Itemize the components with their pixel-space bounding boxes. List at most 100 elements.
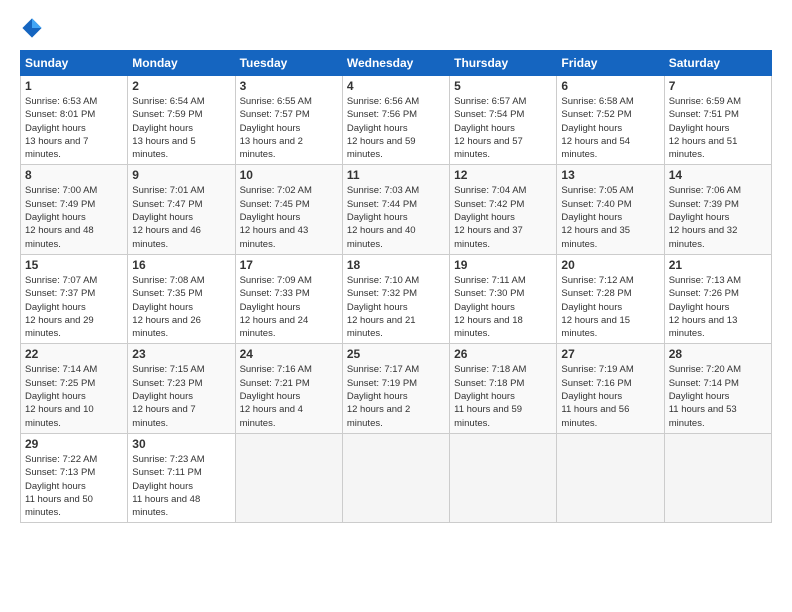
table-row: 11 Sunrise: 7:03 AMSunset: 7:44 PMDayligh…: [342, 165, 449, 254]
table-row: 2 Sunrise: 6:54 AMSunset: 7:59 PMDaylight…: [128, 76, 235, 165]
day-info: Sunrise: 6:57 AMSunset: 7:54 PMDaylight …: [454, 95, 552, 161]
day-info: Sunrise: 6:55 AMSunset: 7:57 PMDaylight …: [240, 95, 338, 161]
day-number: 19: [454, 258, 552, 272]
table-row: 20Sunrise: 7:12 AMSunset: 7:28 PMDayligh…: [557, 254, 664, 343]
day-info: Sunrise: 7:09 AMSunset: 7:33 PMDaylight …: [240, 274, 338, 340]
day-info: Sunrise: 7:23 AMSunset: 7:11 PMDaylight …: [132, 453, 230, 519]
table-row: 7Sunrise: 6:59 AMSunset: 7:51 PMDaylight…: [664, 76, 771, 165]
table-row: 12 Sunrise: 7:04 AMSunset: 7:42 PMDayligh…: [450, 165, 557, 254]
table-row: [557, 433, 664, 522]
day-number: 2: [132, 79, 230, 93]
table-row: 5 Sunrise: 6:57 AMSunset: 7:54 PMDaylight…: [450, 76, 557, 165]
day-number: 30: [132, 437, 230, 451]
day-info: Sunrise: 7:14 AMSunset: 7:25 PMDaylight …: [25, 363, 123, 429]
day-number: 16: [132, 258, 230, 272]
table-row: 9 Sunrise: 7:01 AMSunset: 7:47 PMDaylight…: [128, 165, 235, 254]
day-number: 26: [454, 347, 552, 361]
day-info: Sunrise: 7:10 AMSunset: 7:32 PMDaylight …: [347, 274, 445, 340]
day-number: 18: [347, 258, 445, 272]
table-row: 24 Sunrise: 7:16 AMSunset: 7:21 PMDayligh…: [235, 344, 342, 433]
day-info: Sunrise: 7:05 AMSunset: 7:40 PMDaylight …: [561, 184, 659, 250]
day-number: 7: [669, 79, 767, 93]
day-info: Sunrise: 6:58 AMSunset: 7:52 PMDaylight …: [561, 95, 659, 161]
table-row: 13 Sunrise: 7:05 AMSunset: 7:40 PMDayligh…: [557, 165, 664, 254]
table-row: 17 Sunrise: 7:09 AMSunset: 7:33 PMDayligh…: [235, 254, 342, 343]
day-info: Sunrise: 6:56 AMSunset: 7:56 PMDaylight …: [347, 95, 445, 161]
day-info: Sunrise: 7:03 AMSunset: 7:44 PMDaylight …: [347, 184, 445, 250]
table-row: 16 Sunrise: 7:08 AMSunset: 7:35 PMDayligh…: [128, 254, 235, 343]
table-row: 25 Sunrise: 7:17 AMSunset: 7:19 PMDayligh…: [342, 344, 449, 433]
weekday-header-thursday: Thursday: [450, 51, 557, 76]
day-number: 11: [347, 168, 445, 182]
table-row: 4 Sunrise: 6:56 AMSunset: 7:56 PMDaylight…: [342, 76, 449, 165]
day-info: Sunrise: 7:15 AMSunset: 7:23 PMDaylight …: [132, 363, 230, 429]
weekday-header-saturday: Saturday: [664, 51, 771, 76]
day-number: 13: [561, 168, 659, 182]
day-number: 9: [132, 168, 230, 182]
day-number: 15: [25, 258, 123, 272]
weekday-header-wednesday: Wednesday: [342, 51, 449, 76]
table-row: 10 Sunrise: 7:02 AMSunset: 7:45 PMDayligh…: [235, 165, 342, 254]
table-row: 26 Sunrise: 7:18 AMSunset: 7:18 PMDayligh…: [450, 344, 557, 433]
day-number: 25: [347, 347, 445, 361]
day-info: Sunrise: 7:20 AMSunset: 7:14 PMDaylight …: [669, 363, 767, 429]
table-row: 27Sunrise: 7:19 AMSunset: 7:16 PMDayligh…: [557, 344, 664, 433]
logo-icon: [20, 16, 44, 40]
table-row: 1 Sunrise: 6:53 AMSunset: 8:01 PMDaylight…: [21, 76, 128, 165]
day-number: 21: [669, 258, 767, 272]
table-row: 6 Sunrise: 6:58 AMSunset: 7:52 PMDaylight…: [557, 76, 664, 165]
day-info: Sunrise: 7:18 AMSunset: 7:18 PMDaylight …: [454, 363, 552, 429]
day-info: Sunrise: 7:11 AMSunset: 7:30 PMDaylight …: [454, 274, 552, 340]
weekday-header-sunday: Sunday: [21, 51, 128, 76]
day-number: 28: [669, 347, 767, 361]
table-row: 18 Sunrise: 7:10 AMSunset: 7:32 PMDayligh…: [342, 254, 449, 343]
day-number: 10: [240, 168, 338, 182]
day-number: 29: [25, 437, 123, 451]
day-number: 27: [561, 347, 659, 361]
day-number: 14: [669, 168, 767, 182]
day-number: 6: [561, 79, 659, 93]
day-number: 17: [240, 258, 338, 272]
day-number: 3: [240, 79, 338, 93]
day-number: 1: [25, 79, 123, 93]
table-row: 14 Sunrise: 7:06 AMSunset: 7:39 PMDayligh…: [664, 165, 771, 254]
table-row: 21 Sunrise: 7:13 AMSunset: 7:26 PMDayligh…: [664, 254, 771, 343]
logo: [20, 16, 48, 40]
day-info: Sunrise: 7:13 AMSunset: 7:26 PMDaylight …: [669, 274, 767, 340]
table-row: [342, 433, 449, 522]
table-row: 23 Sunrise: 7:15 AMSunset: 7:23 PMDayligh…: [128, 344, 235, 433]
day-info: Sunrise: 6:53 AMSunset: 8:01 PMDaylight …: [25, 95, 123, 161]
weekday-header-tuesday: Tuesday: [235, 51, 342, 76]
day-info: Sunrise: 7:12 AMSunset: 7:28 PMDaylight …: [561, 274, 659, 340]
day-info: Sunrise: 7:04 AMSunset: 7:42 PMDaylight …: [454, 184, 552, 250]
day-number: 22: [25, 347, 123, 361]
day-number: 5: [454, 79, 552, 93]
weekday-header-friday: Friday: [557, 51, 664, 76]
day-info: Sunrise: 7:22 AMSunset: 7:13 PMDaylight …: [25, 453, 123, 519]
table-row: [235, 433, 342, 522]
day-info: Sunrise: 7:07 AMSunset: 7:37 PMDaylight …: [25, 274, 123, 340]
day-info: Sunrise: 7:17 AMSunset: 7:19 PMDaylight …: [347, 363, 445, 429]
header: [20, 16, 772, 40]
table-row: [450, 433, 557, 522]
day-info: Sunrise: 7:06 AMSunset: 7:39 PMDaylight …: [669, 184, 767, 250]
table-row: 15 Sunrise: 7:07 AMSunset: 7:37 PMDayligh…: [21, 254, 128, 343]
day-number: 8: [25, 168, 123, 182]
day-number: 24: [240, 347, 338, 361]
day-number: 23: [132, 347, 230, 361]
table-row: 3 Sunrise: 6:55 AMSunset: 7:57 PMDaylight…: [235, 76, 342, 165]
day-info: Sunrise: 7:02 AMSunset: 7:45 PMDaylight …: [240, 184, 338, 250]
table-row: 30 Sunrise: 7:23 AMSunset: 7:11 PMDayligh…: [128, 433, 235, 522]
day-info: Sunrise: 7:00 AMSunset: 7:49 PMDaylight …: [25, 184, 123, 250]
day-info: Sunrise: 6:54 AMSunset: 7:59 PMDaylight …: [132, 95, 230, 161]
day-info: Sunrise: 7:01 AMSunset: 7:47 PMDaylight …: [132, 184, 230, 250]
table-row: 28 Sunrise: 7:20 AMSunset: 7:14 PMDayligh…: [664, 344, 771, 433]
day-info: Sunrise: 7:16 AMSunset: 7:21 PMDaylight …: [240, 363, 338, 429]
table-row: 22 Sunrise: 7:14 AMSunset: 7:25 PMDayligh…: [21, 344, 128, 433]
day-number: 4: [347, 79, 445, 93]
calendar-table: SundayMondayTuesdayWednesdayThursdayFrid…: [20, 50, 772, 523]
day-number: 12: [454, 168, 552, 182]
day-info: Sunrise: 7:08 AMSunset: 7:35 PMDaylight …: [132, 274, 230, 340]
table-row: 19 Sunrise: 7:11 AMSunset: 7:30 PMDayligh…: [450, 254, 557, 343]
table-row: 8 Sunrise: 7:00 AMSunset: 7:49 PMDaylight…: [21, 165, 128, 254]
